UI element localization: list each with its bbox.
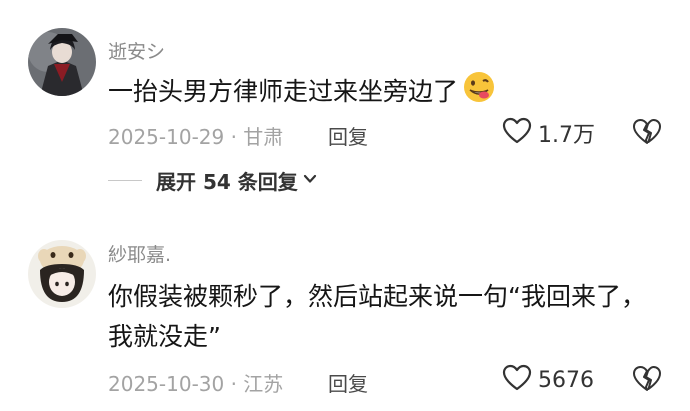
broken-heart-icon[interactable] (632, 365, 662, 397)
grimace-face-emoji (462, 70, 496, 116)
divider (108, 180, 142, 181)
like-button[interactable]: 5676 (502, 364, 594, 396)
heart-outline-icon (502, 117, 532, 149)
username[interactable]: 紗耶嘉. (108, 240, 171, 267)
heart-outline-icon (502, 364, 532, 396)
like-button[interactable]: 1.7万 (502, 117, 595, 149)
avatar[interactable] (28, 240, 96, 308)
like-count: 5676 (538, 367, 594, 393)
comment-date-location: 2025-10-30 · 江苏 (108, 372, 284, 396)
reply-button[interactable]: 回复 (328, 121, 368, 150)
expand-replies-button[interactable]: 展开 54 条回复 (108, 166, 318, 195)
chevron-down-icon (302, 171, 318, 190)
username[interactable]: 逝安シ (108, 37, 165, 64)
like-count: 1.7万 (538, 123, 595, 148)
comment-text: 一抬头男方律师走过来坐旁边了 (108, 70, 668, 116)
comment-text: 你假装被颗秒了，然后站起来说一句“我回来了，我就没走” (108, 282, 646, 351)
comment-text-body: 一抬头男方律师走过来坐旁边了 (108, 77, 459, 106)
expand-replies-label: 展开 54 条回复 (156, 170, 298, 194)
broken-heart-icon[interactable] (632, 118, 662, 150)
avatar[interactable] (28, 28, 96, 96)
comment-date-location: 2025-10-29 · 甘肃 (108, 125, 284, 149)
reply-button[interactable]: 回复 (328, 368, 368, 397)
